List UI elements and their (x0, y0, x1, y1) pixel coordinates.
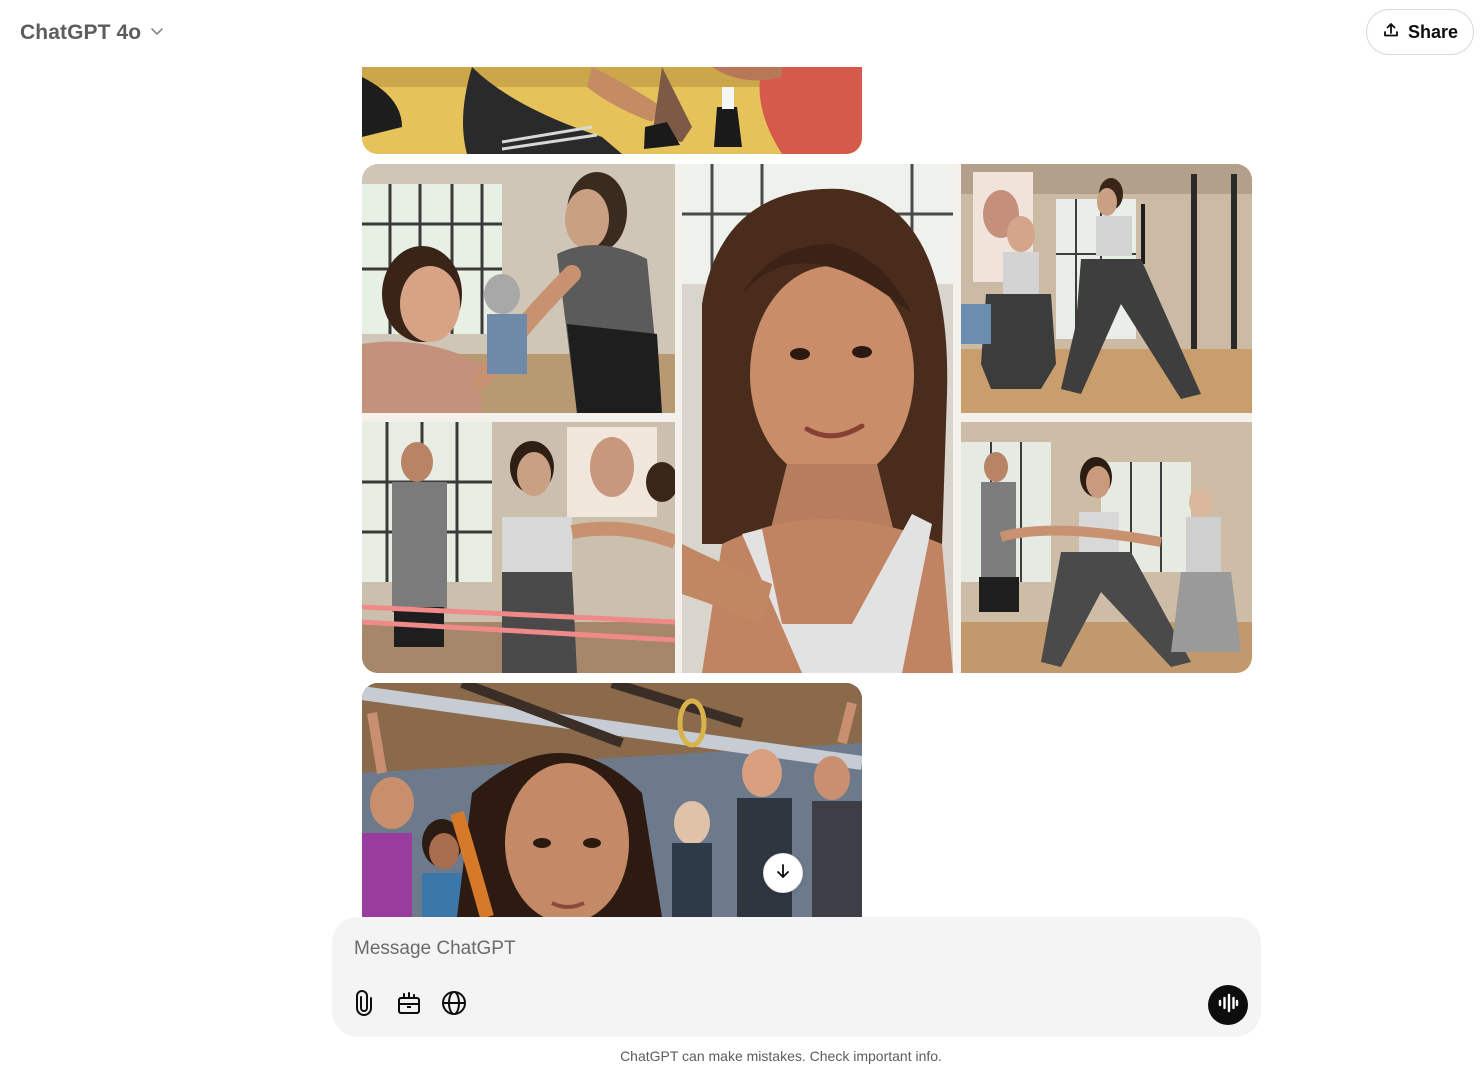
generated-image-1[interactable] (362, 67, 862, 154)
voice-waveform-icon (1217, 992, 1239, 1019)
arrow-down-icon (774, 862, 792, 885)
tile-4-art (362, 422, 675, 673)
message-composer: Message ChatGPT (332, 917, 1261, 1037)
chevron-down-icon (149, 23, 165, 44)
message-input[interactable]: Message ChatGPT (354, 935, 1214, 963)
top-bar: ChatGPT 4o Share (0, 0, 1482, 66)
share-label: Share (1407, 21, 1459, 42)
grid-image-lunges[interactable] (961, 164, 1252, 413)
voice-mode-button[interactable] (1208, 985, 1248, 1025)
model-switcher[interactable]: ChatGPT 4o (10, 14, 175, 52)
paperclip-icon (353, 989, 375, 1021)
share-button[interactable]: Share (1366, 9, 1474, 55)
toolbox-icon (396, 990, 422, 1021)
grid-image-trainer-stretch[interactable] (362, 164, 675, 413)
model-name: ChatGPT 4o (20, 21, 142, 44)
generated-image-grid[interactable] (362, 164, 1252, 673)
tools-button[interactable] (393, 987, 425, 1023)
tile-2-art (682, 164, 953, 673)
scroll-to-bottom-button[interactable] (763, 853, 803, 893)
attach-button[interactable] (348, 987, 380, 1023)
tile-1-art (362, 164, 675, 413)
image-1-art (362, 67, 862, 154)
chat-window: ChatGPT 4o Share Message ChatGPT ChatGPT… (0, 0, 1482, 1072)
grid-image-group-class[interactable] (362, 422, 675, 673)
search-web-button[interactable] (438, 987, 470, 1023)
grid-image-side-lunge-class[interactable] (961, 422, 1252, 673)
grid-image-smiling-woman[interactable] (682, 164, 953, 673)
upload-icon (1382, 21, 1400, 44)
tile-3-art (961, 164, 1252, 413)
tile-5-art (961, 422, 1252, 673)
globe-icon (441, 990, 467, 1021)
disclaimer-text: ChatGPT can make mistakes. Check importa… (620, 1048, 942, 1064)
